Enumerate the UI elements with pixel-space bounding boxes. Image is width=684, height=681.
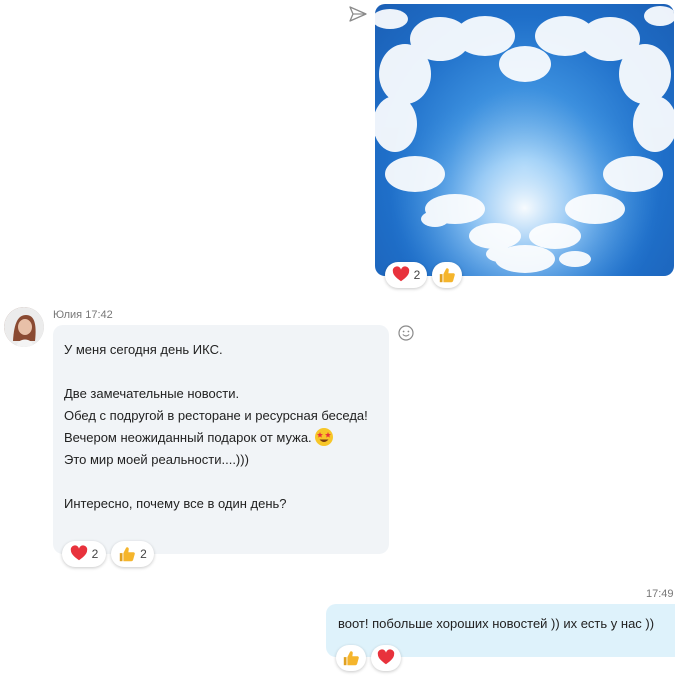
add-reaction-icon[interactable] [398, 325, 414, 341]
thumbs-up-icon [119, 547, 135, 562]
reaction-thumbs-image[interactable] [432, 262, 462, 288]
reaction-heart-outgoing[interactable] [371, 645, 401, 671]
heart-icon [70, 545, 87, 561]
message-time: 17:42 [85, 309, 113, 321]
heart-icon [392, 266, 409, 282]
message-time: 17:49 [646, 588, 674, 600]
sent-icon [349, 6, 367, 22]
incoming-message-text: У меня сегодня день ИКС. Две замечательн… [64, 339, 384, 515]
reaction-heart-image[interactable]: 2 [385, 262, 427, 288]
avatar[interactable] [4, 307, 44, 347]
outgoing-message-text: воот! побольше хороших новостей )) их ес… [338, 616, 655, 631]
reaction-count: 2 [140, 547, 147, 561]
message-text-part-2: Это мир моей реальности....))) Интересно… [64, 452, 287, 511]
reaction-heart-incoming[interactable]: 2 [62, 541, 106, 567]
heart-icon [377, 649, 395, 665]
reaction-thumbs-outgoing[interactable] [336, 645, 366, 671]
reaction-count: 2 [413, 268, 421, 282]
star-struck-emoji-icon [314, 428, 333, 446]
reaction-count: 2 [91, 547, 99, 561]
reaction-thumbs-incoming[interactable]: 2 [111, 541, 154, 567]
thumbs-up-icon [343, 651, 359, 666]
sender-name: Юлия [53, 309, 83, 321]
thumbs-up-icon [439, 268, 455, 283]
sky-heart-image[interactable] [375, 4, 674, 276]
sender-line: Юлия 17:42 [53, 309, 113, 321]
